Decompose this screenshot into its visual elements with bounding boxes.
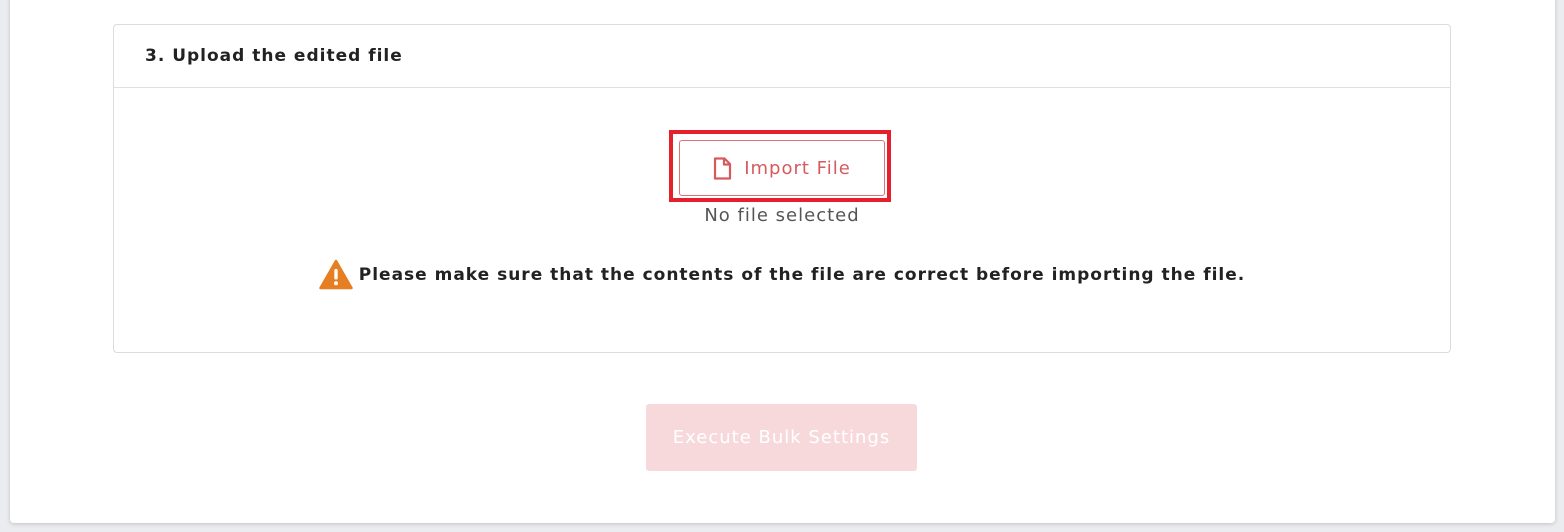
execute-bulk-settings-button[interactable]: Execute Bulk Settings [646, 404, 917, 471]
section-title: 3. Upload the edited file [145, 46, 403, 66]
import-file-label: Import File [744, 157, 851, 179]
section-header: 3. Upload the edited file [114, 25, 1450, 88]
file-icon [714, 156, 732, 180]
file-status-text: No file selected [704, 205, 860, 226]
warning-triangle-icon [319, 259, 353, 290]
page-card: 3. Upload the edited file Import File No… [10, 0, 1555, 523]
import-file-button[interactable]: Import File [679, 140, 885, 196]
execute-button-label: Execute Bulk Settings [672, 427, 891, 448]
warning-message: Please make sure that the contents of th… [114, 259, 1450, 290]
upload-section-panel: 3. Upload the edited file Import File No… [113, 24, 1451, 353]
warning-text: Please make sure that the contents of th… [358, 264, 1246, 285]
